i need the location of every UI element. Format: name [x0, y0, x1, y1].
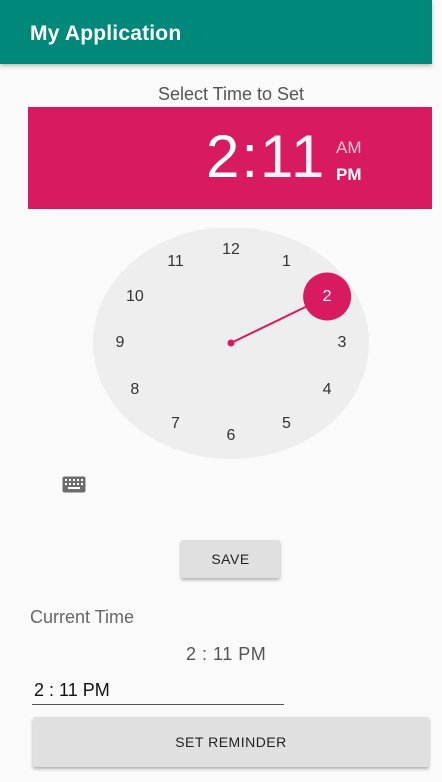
time-picker-prompt: Select Time to Set	[157, 84, 305, 104]
time-input[interactable]	[32, 676, 284, 705]
dial-number-8[interactable]: 8	[120, 381, 150, 399]
clock-dial[interactable]: 12 1 2 3 4 5 6 7 8 9 10 11	[93, 228, 369, 460]
dial-number-1[interactable]: 1	[272, 253, 302, 271]
keyboard-icon[interactable]	[62, 476, 86, 493]
app-title: My Application	[30, 22, 182, 45]
set-reminder-button[interactable]: SET REMINDER	[33, 717, 429, 767]
time-header: 2:11 AM PM	[28, 107, 432, 209]
time-display: 2:11	[206, 127, 326, 187]
dial-number-5[interactable]: 5	[272, 415, 302, 433]
am-toggle[interactable]: AM	[336, 138, 362, 158]
dial-number-7[interactable]: 7	[161, 415, 191, 433]
dial-number-12[interactable]: 12	[216, 241, 246, 259]
minute-display[interactable]: 11	[260, 123, 326, 190]
current-time-value: 2 : 11 PM	[186, 644, 267, 664]
app-bar: My Application	[0, 0, 432, 64]
dial-number-9[interactable]: 9	[105, 334, 135, 352]
hour-display[interactable]: 2	[206, 123, 241, 190]
dial-number-3[interactable]: 3	[327, 334, 357, 352]
time-separator: :	[241, 123, 261, 190]
dial-number-4[interactable]: 4	[312, 381, 342, 399]
dial-number-2[interactable]: 2	[312, 288, 342, 306]
dial-number-10[interactable]: 10	[120, 288, 150, 306]
clock-center-dot	[227, 339, 235, 347]
current-time-label: Current Time	[30, 607, 135, 627]
dial-number-6[interactable]: 6	[216, 427, 246, 445]
pm-toggle[interactable]: PM	[336, 165, 362, 185]
dial-number-11[interactable]: 11	[161, 253, 191, 271]
save-button[interactable]: SAVE	[181, 540, 280, 578]
